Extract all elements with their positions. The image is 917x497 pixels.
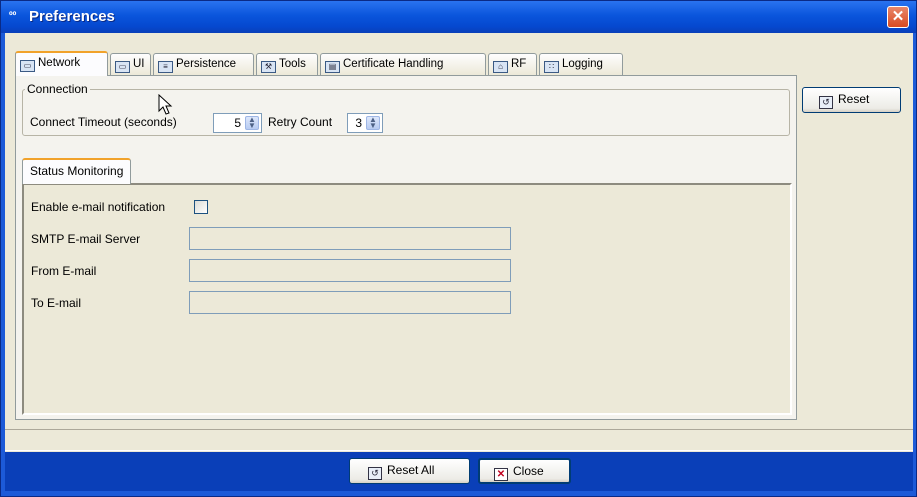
tab-certificate-handling[interactable]: ▤ Certificate Handling [320,53,486,75]
app-icon: ºº [9,11,17,22]
connect-timeout-spinner[interactable]: 5 ▲ ▼ [213,113,262,133]
close-icon: ✕ [494,468,508,481]
network-icon: ▭ [20,60,35,72]
close-window-button[interactable]: ✕ [887,6,909,28]
logging-icon: ∷ [544,61,559,73]
connection-legend: Connection [27,82,88,96]
email-notification-checkbox[interactable] [194,200,208,214]
preferences-window: ºº Preferences ✕ ▭ Network ▭ UI ≡ Persisten… [0,0,917,497]
reset-all-label: Reset All [387,463,435,477]
tab-label: Logging [562,58,603,70]
certificate-icon: ▤ [325,61,340,73]
rf-icon: ⌂ [493,61,508,73]
tools-icon: ⚒ [261,61,276,73]
tab-persistence[interactable]: ≡ Persistence [153,53,254,75]
retry-count-label: Retry Count [268,115,333,129]
tab-network[interactable]: ▭ Network [15,51,108,76]
tab-logging[interactable]: ∷ Logging [539,53,623,75]
email-notification-label: Enable e-mail notification [31,200,166,214]
tab-label: UI [133,58,145,70]
title-bar[interactable]: ºº Preferences ✕ [1,1,916,33]
tab-status-monitoring[interactable]: Status Monitoring [22,158,132,184]
dialog-client-area: ▭ Network ▭ UI ≡ Persistence ⚒ Tools ▤ Certif… [5,33,913,491]
smtp-server-field[interactable] [189,227,511,250]
status-bar [5,429,913,451]
retry-count-spinner[interactable]: 3 ▲ ▼ [347,113,383,133]
button-bar: ↺ Reset All ✕ Close [5,452,913,491]
to-email-field[interactable] [189,291,511,314]
tab-label: Persistence [176,58,237,70]
window-title: Preferences [29,8,115,25]
persistence-icon: ≡ [158,61,173,73]
close-label: Close [513,464,544,478]
connection-group: Connection Connect Timeout (seconds) 5 ▲… [22,82,790,136]
from-email-label: From E-mail [31,264,97,278]
smtp-server-label: SMTP E-mail Server [31,232,141,246]
network-tab-panel: Connection Connect Timeout (seconds) 5 ▲… [15,75,797,420]
tab-label: RF [511,58,527,70]
reset-button[interactable]: ↺ Reset [802,87,901,113]
from-email-field[interactable] [189,259,511,282]
mouse-cursor-icon [158,94,173,115]
reset-button-label: Reset [838,92,870,106]
status-monitoring-panel: Enable e-mail notification SMTP E-mail S… [22,183,792,415]
connect-timeout-label: Connect Timeout (seconds) [30,115,177,129]
spinner-arrows-icon[interactable]: ▲ ▼ [366,116,380,130]
reset-icon: ↺ [819,96,833,109]
tab-label: Certificate Handling [343,58,444,70]
spinner-arrows-icon[interactable]: ▲ ▼ [245,116,259,130]
tab-label: Tools [279,58,306,70]
connect-timeout-value: 5 [234,116,241,130]
to-email-label: To E-mail [31,296,82,310]
tab-rf[interactable]: ⌂ RF [488,53,537,75]
close-icon: ✕ [891,8,905,25]
ui-icon: ▭ [115,61,130,73]
reset-all-button[interactable]: ↺ Reset All [349,458,470,484]
tab-tools[interactable]: ⚒ Tools [256,53,318,75]
retry-count-value: 3 [355,116,362,130]
close-button[interactable]: ✕ Close [478,458,571,484]
tab-ui[interactable]: ▭ UI [110,53,151,75]
reset-icon: ↺ [368,467,382,480]
tab-label: Network [38,57,81,69]
